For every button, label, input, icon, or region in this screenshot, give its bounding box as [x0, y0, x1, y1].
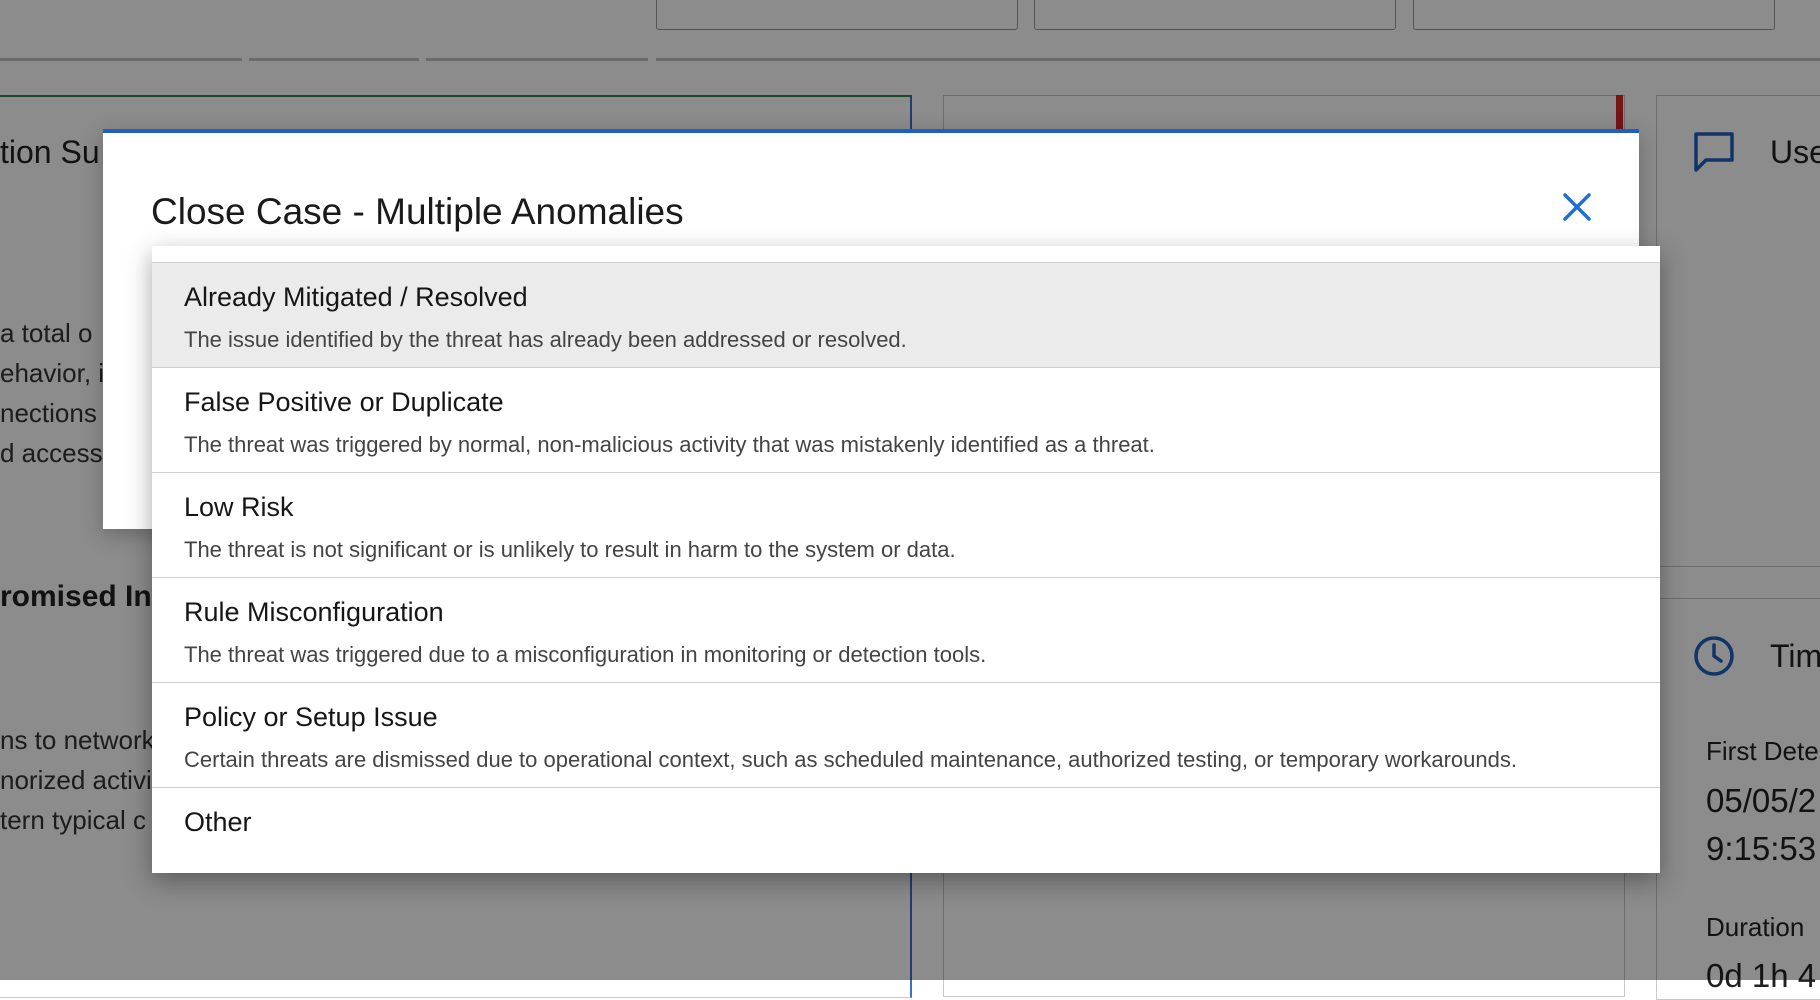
option-title: Other: [184, 807, 252, 837]
option-false-positive[interactable]: False Positive or Duplicate The threat w…: [152, 367, 1660, 472]
close-icon: [1563, 193, 1591, 221]
close-button[interactable]: [1559, 189, 1595, 225]
close-reason-list: Already Mitigated / Resolved The issue i…: [152, 262, 1660, 867]
option-low-risk[interactable]: Low Risk The threat is not significant o…: [152, 472, 1660, 577]
option-title: Low Risk: [184, 492, 294, 522]
option-description: The threat was triggered by normal, non-…: [184, 432, 1155, 457]
option-already-mitigated[interactable]: Already Mitigated / Resolved The issue i…: [152, 262, 1660, 367]
option-title: Already Mitigated / Resolved: [184, 282, 528, 312]
option-policy-setup[interactable]: Policy or Setup Issue Certain threats ar…: [152, 682, 1660, 787]
option-description: The threat is not significant or is unli…: [184, 537, 956, 562]
option-title: Rule Misconfiguration: [184, 597, 444, 627]
option-description: The issue identified by the threat has a…: [184, 327, 907, 352]
option-title: Policy or Setup Issue: [184, 702, 438, 732]
option-description: The threat was triggered due to a miscon…: [184, 642, 987, 667]
option-description: Certain threats are dismissed due to ope…: [184, 747, 1517, 772]
close-reason-dropdown: Already Mitigated / Resolved The issue i…: [152, 246, 1660, 873]
option-other[interactable]: Other: [152, 787, 1660, 867]
modal-title: Close Case - Multiple Anomalies: [151, 191, 684, 232]
option-rule-misconfiguration[interactable]: Rule Misconfiguration The threat was tri…: [152, 577, 1660, 682]
option-title: False Positive or Duplicate: [184, 387, 504, 417]
